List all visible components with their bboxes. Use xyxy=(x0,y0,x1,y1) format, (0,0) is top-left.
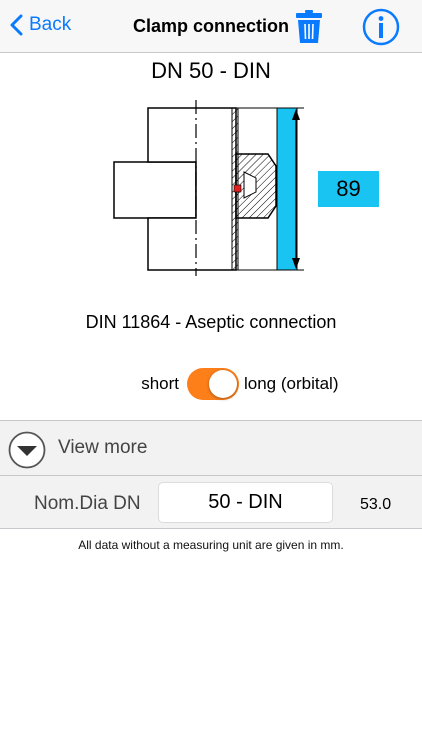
view-more-row[interactable]: View more xyxy=(0,421,422,475)
connection-standard-label: DIN 11864 - Aseptic connection xyxy=(85,312,337,332)
divider xyxy=(0,528,422,529)
length-toggle-row: short long (orbital) xyxy=(0,368,422,400)
info-button[interactable] xyxy=(362,8,400,51)
trash-icon xyxy=(296,10,322,43)
chevron-left-icon xyxy=(10,14,23,36)
nominal-diameter-extra-value: 53.0 xyxy=(360,496,392,513)
back-label: Back xyxy=(29,14,72,35)
units-footnote: All data without a measuring unit are gi… xyxy=(78,538,344,552)
nominal-diameter-label: Nom.Dia DN xyxy=(34,493,141,514)
navigation-bar: Back Clamp connection xyxy=(0,0,422,53)
back-button[interactable]: Back xyxy=(10,14,71,36)
info-icon xyxy=(362,8,400,46)
dimension-value-box: 89 xyxy=(318,171,379,207)
toggle-knob xyxy=(209,370,237,398)
connection-size-title: DN 50 - DIN xyxy=(151,58,271,83)
view-more-label: View more xyxy=(58,437,148,458)
delete-button[interactable] xyxy=(296,10,322,49)
toggle-left-label: short xyxy=(141,374,179,393)
toggle-right-label: long (orbital) xyxy=(244,374,339,393)
expand-chevron-down-icon xyxy=(8,431,46,469)
nominal-diameter-selector[interactable]: 50 - DIN xyxy=(158,482,333,523)
length-toggle-switch[interactable] xyxy=(187,368,239,400)
nominal-diameter-row: Nom.Dia DN 50 - DIN 53.0 xyxy=(0,476,422,528)
